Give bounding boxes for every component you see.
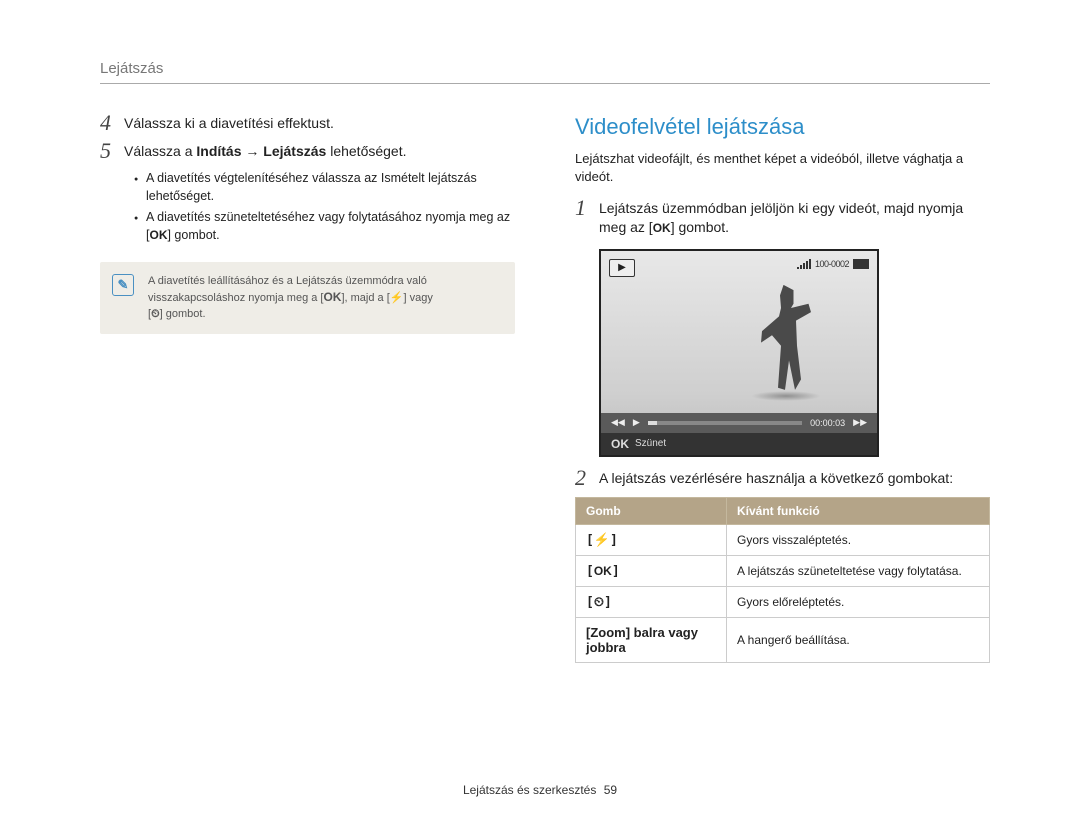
step-text: Válassza a Indítás → Lejátszás lehetőség…	[124, 142, 407, 161]
step-2: 2 A lejátszás vezérlésére használja a kö…	[575, 469, 990, 489]
function-cell: Gyors előreléptetés.	[727, 586, 990, 617]
header-title: Lejátszás	[100, 60, 163, 77]
step-number: 2	[575, 467, 599, 489]
sublist-item: A diavetítés végtelenítéséhez válassza a…	[134, 170, 515, 205]
function-cell: Gyors visszaléptetés.	[727, 524, 990, 555]
table-row: [⚡] Gyors visszaléptetés.	[576, 524, 990, 555]
figure-shadow	[751, 391, 821, 401]
step-1: 1 Lejátszás üzemmódban jelöljön ki egy v…	[575, 199, 990, 237]
button-cell: [Zoom] balra vagy jobbra	[576, 617, 727, 662]
manual-page: Lejátszás 4 Válassza ki a diavetítési ef…	[0, 0, 1080, 815]
text-fragment: A diavetítés végtelenítéséhez válassza a…	[146, 171, 381, 185]
text-fragment: ] gombot.	[167, 228, 219, 242]
note-box: ✎ A diavetítés leállításához és a Lejáts…	[100, 262, 515, 334]
screenshot-top-bar: ▶ 100-0002	[601, 251, 877, 273]
bracket: ]	[604, 595, 612, 610]
table-row: [⏲] Gyors előreléptetés.	[576, 586, 990, 617]
section-title: Videofelvétel lejátszása	[575, 114, 990, 140]
text-fragment: ] vagy	[403, 292, 432, 304]
text-fragment: lehetőséget.	[146, 189, 214, 203]
page-header: Lejátszás	[100, 60, 990, 84]
text-fragment: lehetőséget.	[326, 143, 406, 159]
step-5: 5 Válassza a Indítás → Lejátszás lehetős…	[100, 142, 515, 162]
bracket: [	[586, 595, 594, 610]
progress-bar	[648, 421, 802, 425]
step-text: Válassza ki a diavetítési effektust.	[124, 114, 334, 133]
flash-icon: ⚡	[390, 292, 404, 304]
screenshot-indicators: 100-0002	[797, 259, 869, 269]
bracket: [	[586, 533, 594, 548]
text-fragment: ], majd a [	[341, 292, 389, 304]
function-cell: A hangerő beállítása.	[727, 617, 990, 662]
left-column: 4 Válassza ki a diavetítési effektust. 5…	[100, 114, 515, 663]
step-number: 1	[575, 197, 599, 219]
text-fragment: Lejátszás üzemmódban jelöljön ki egy vid…	[599, 200, 963, 216]
screenshot-body	[601, 273, 877, 413]
two-columns: 4 Válassza ki a diavetítési effektust. 5…	[100, 114, 990, 663]
file-counter: 100-0002	[815, 259, 849, 269]
bracket: ]	[612, 564, 620, 579]
col-header-function: Kívánt funkció	[727, 497, 990, 524]
button-cell: [⚡]	[576, 524, 727, 555]
text-fragment: Válassza a	[124, 143, 196, 159]
battery-icon	[853, 259, 869, 269]
table-row: [OK] A lejátszás szüneteltetése vagy fol…	[576, 555, 990, 586]
arrow: →	[242, 143, 264, 159]
time-counter: 00:00:03	[810, 418, 845, 428]
section-intro: Lejátszhat videofájlt, és menthet képet …	[575, 150, 990, 185]
rewind-icon: ◀◀	[611, 417, 625, 428]
controls-table: Gomb Kívánt funkció [⚡] Gyors visszalépt…	[575, 497, 990, 663]
note-text: A diavetítés leállításához és a Lejátszá…	[148, 274, 501, 322]
ok-icon: OK	[323, 289, 341, 306]
step-4: 4 Válassza ki a diavetítési effektust.	[100, 114, 515, 134]
right-column: Videofelvétel lejátszása Lejátszhat vide…	[575, 114, 990, 663]
bold-term: Indítás	[196, 143, 241, 159]
col-header-button: Gomb	[576, 497, 727, 524]
text-fragment: meg az [	[599, 219, 653, 235]
text-fragment: visszakapcsoláshoz nyomja meg a [	[148, 292, 323, 304]
bold-term: Lejátszás	[263, 143, 326, 159]
flash-icon: ⚡	[594, 532, 610, 547]
sublist-item: A diavetítés szüneteltetéséhez vagy foly…	[134, 209, 515, 244]
step-text: Lejátszás üzemmódban jelöljön ki egy vid…	[599, 199, 963, 237]
ok-icon: OK	[653, 220, 671, 236]
status-label: Szünet	[635, 438, 666, 449]
signal-bars-icon	[797, 259, 811, 269]
step-number: 4	[100, 112, 124, 134]
step-5-sublist: A diavetítés végtelenítéséhez válassza a…	[100, 170, 515, 244]
bold-term: Ismételt lejátszás	[381, 171, 477, 185]
footer-text: Lejátszás és szerkesztés	[463, 783, 596, 797]
screenshot-status-bar: OK Szünet	[601, 433, 877, 455]
step-text: A lejátszás vezérlésére használja a köve…	[599, 469, 953, 488]
bracket: ]	[610, 533, 618, 548]
text-fragment: A diavetítés leállításához és a Lejátszá…	[148, 275, 427, 287]
play-icon: ▶	[633, 417, 640, 428]
button-cell: [OK]	[576, 555, 727, 586]
note-icon: ✎	[112, 274, 134, 296]
figure-silhouette	[761, 285, 811, 390]
forward-icon: ▶▶	[853, 417, 867, 428]
table-row: [Zoom] balra vagy jobbra A hangerő beáll…	[576, 617, 990, 662]
ok-icon: OK	[594, 564, 612, 578]
page-number: 59	[604, 783, 617, 797]
timer-icon: ⏲	[594, 594, 604, 609]
ok-icon: OK	[149, 227, 167, 244]
camera-screenshot: ▶ 100-0002 ◀◀ ▶	[599, 249, 879, 457]
timer-icon: ⏲	[151, 308, 160, 320]
ok-icon: OK	[611, 437, 629, 451]
text-fragment: ] gombot.	[160, 308, 206, 320]
function-cell: A lejátszás szüneteltetése vagy folytatá…	[727, 555, 990, 586]
button-cell: [⏲]	[576, 586, 727, 617]
bracket: [	[586, 564, 594, 579]
text-fragment: ] gombot.	[671, 219, 729, 235]
step-number: 5	[100, 140, 124, 162]
screenshot-playback-bar: ◀◀ ▶ 00:00:03 ▶▶	[601, 413, 877, 433]
page-footer: Lejátszás és szerkesztés 59	[0, 783, 1080, 797]
